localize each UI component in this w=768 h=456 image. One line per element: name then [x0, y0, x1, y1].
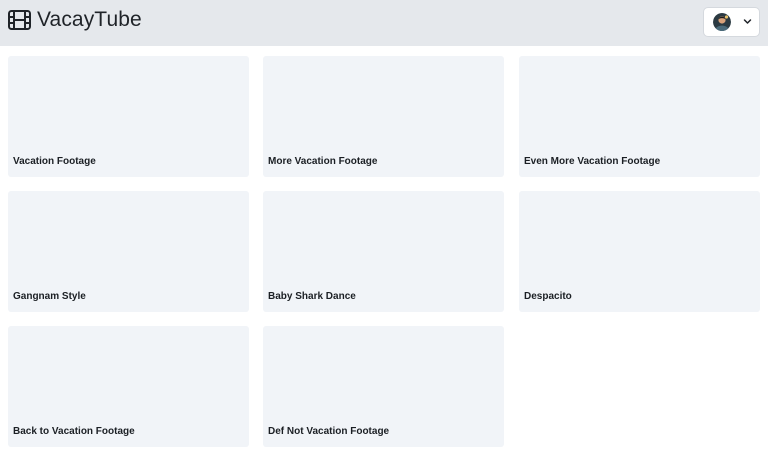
video-title: Back to Vacation Footage — [13, 426, 135, 437]
video-title: Gangnam Style — [13, 291, 86, 302]
video-card[interactable]: Gangnam Style — [8, 191, 249, 312]
video-title: Vacation Footage — [13, 156, 96, 167]
user-avatar — [713, 13, 731, 31]
film-reel-icon — [8, 10, 31, 30]
app-name: VacayTube — [37, 8, 142, 31]
video-title: Def Not Vacation Footage — [268, 426, 390, 437]
video-card[interactable]: More Vacation Footage — [263, 56, 504, 177]
brand-logo[interactable]: VacayTube — [8, 7, 142, 33]
video-card[interactable]: Despacito — [519, 191, 760, 312]
video-title: Baby Shark Dance — [268, 291, 356, 302]
video-card[interactable]: Even More Vacation Footage — [519, 56, 760, 177]
video-title: Even More Vacation Footage — [524, 156, 661, 167]
user-menu-button[interactable] — [704, 8, 759, 36]
top-bar: VacayTube — [0, 0, 768, 46]
video-card[interactable]: Def Not Vacation Footage — [263, 326, 504, 447]
video-title: More Vacation Footage — [268, 156, 378, 167]
video-title: Despacito — [524, 291, 572, 302]
video-card[interactable]: Vacation Footage — [8, 56, 249, 177]
video-card[interactable]: Back to Vacation Footage — [8, 326, 249, 447]
chevron-down-icon — [743, 19, 752, 24]
video-card[interactable]: Baby Shark Dance — [263, 191, 504, 312]
